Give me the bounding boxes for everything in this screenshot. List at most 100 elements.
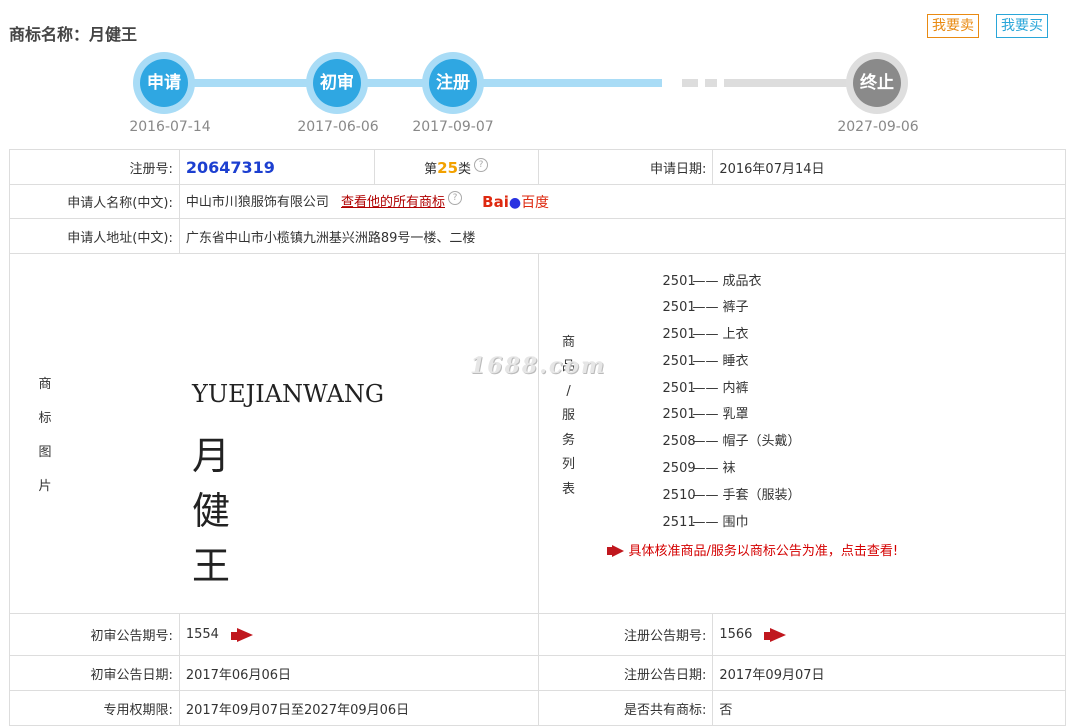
timeline-step-prelim: 初审 — [306, 52, 368, 114]
term-label: 专用权期限: — [9, 690, 180, 726]
baidu-search-button[interactable]: Bai●百度 — [482, 192, 549, 212]
list-item: 2501—— 内裤 — [663, 376, 801, 403]
step-date: 2027-09-06 — [837, 119, 919, 135]
goods-name: 手套（服装） — [722, 487, 801, 503]
goods-code: 2501 — [662, 327, 696, 343]
reg-pub-date-label: 注册公告日期: — [537, 655, 714, 691]
prelim-no-cell: 1554 — [178, 613, 539, 656]
goods-name: 睡衣 — [722, 353, 749, 369]
prelim-date: 2017年06月06日 — [178, 655, 539, 691]
help-icon[interactable]: ? — [448, 190, 462, 205]
apply-date-label: 申请日期: — [537, 149, 714, 185]
goods-code: 2509 — [662, 461, 696, 477]
goods-dash: —— — [692, 514, 719, 530]
prelim-no-label: 初审公告期号: — [9, 613, 180, 656]
address: 广东省中山市小榄镇九洲基兴洲路89号一楼、二楼 — [178, 218, 1067, 254]
applicant-label: 申请人名称(中文): — [9, 184, 180, 219]
table-row: 初审公告日期: 2017年06月06日 注册公告日期: 2017年09月07日 — [9, 655, 1066, 691]
trademark-cn: 月健王 — [192, 433, 247, 588]
prelim-date-label: 初审公告日期: — [9, 655, 180, 691]
step-label: 初审 — [313, 59, 361, 107]
goods-list: 2501—— 成品衣 2501—— 裤子 2501—— 上衣 2501—— 睡衣 250… — [663, 269, 801, 537]
status-timeline: 申请 2016-07-14 初审 2017-06-06 注册 2017-09-0… — [0, 50, 1077, 140]
megaphone-icon[interactable] — [764, 627, 787, 642]
applicant-cell: 中山市川狼服饰有限公司 查看他的所有商标? Bai●百度 — [178, 184, 1067, 219]
goods-dash: —— — [692, 434, 719, 450]
step-date: 2017-09-07 — [412, 119, 494, 135]
list-item: 2501—— 乳罩 — [663, 402, 801, 429]
watermark: 1688.com — [470, 353, 607, 379]
list-item: 2511—— 围巾 — [663, 510, 801, 537]
step-label: 申请 — [140, 59, 188, 107]
shared: 否 — [712, 690, 1066, 726]
sell-button[interactable]: 我要卖 — [927, 14, 979, 38]
step-label: 终止 — [853, 59, 901, 107]
class-prefix: 第 — [424, 161, 438, 177]
goods-label-char: 务 — [562, 432, 576, 448]
reg-pub-date: 2017年09月07日 — [712, 655, 1066, 691]
term: 2017年09月07日至2027年09月06日 — [178, 690, 539, 726]
all-trademarks-link[interactable]: 查看他的所有商标 — [341, 195, 445, 210]
goods-code: 2510 — [662, 487, 696, 503]
help-icon[interactable]: ? — [474, 157, 489, 172]
reg-pub-no-label: 注册公告期号: — [537, 613, 714, 656]
goods-code: 2501 — [662, 300, 696, 316]
image-label-char: 标 — [38, 410, 52, 426]
megaphone-icon — [606, 545, 624, 557]
goods-name: 裤子 — [722, 300, 749, 316]
goods-dash: —— — [692, 300, 719, 316]
goods-code: 2501 — [662, 407, 696, 423]
trademark-title: 商标名称：月健王 — [9, 21, 137, 45]
goods-code: 2508 — [662, 434, 696, 450]
timeline-track-gap — [682, 79, 698, 87]
step-label: 注册 — [429, 59, 477, 107]
goods-dash: —— — [692, 461, 719, 477]
timeline-step-apply: 申请 — [133, 52, 195, 114]
title-value: 月健王 — [89, 25, 138, 44]
applicant-name: 中山市川狼服饰有限公司 — [185, 194, 329, 210]
trademark-en: YUEJIANWANG — [192, 379, 384, 408]
title-label: 商标名称： — [9, 25, 90, 44]
trademark-image-cell: 商 标 图 片 YUEJIANWANG 月健王 — [9, 253, 539, 614]
goods-cell: 商 品 / 服 务 列 表 2501—— 成品衣 2501—— 裤子 2501—— 上… — [537, 253, 1067, 614]
apply-date: 2016年07月14日 — [712, 149, 1066, 185]
image-label-char: 片 — [38, 478, 52, 494]
goods-notice-text: 具体核准商品/服务以商标公告为准，点击查看! — [628, 543, 899, 559]
baidu-text: Bai — [482, 193, 509, 212]
step-date: 2016-07-14 — [129, 119, 211, 135]
step-date: 2017-06-06 — [297, 119, 379, 135]
list-item: 2501—— 上衣 — [663, 322, 801, 349]
reg-no-cell: 20647319 — [178, 149, 375, 185]
class-cell: 第25类? — [373, 149, 539, 185]
table-row: 注册号: 20647319 第25类? 申请日期: 2016年07月14日 — [9, 149, 1066, 185]
goods-notice-link[interactable]: 具体核准商品/服务以商标公告为准，点击查看! — [606, 540, 899, 559]
timeline-track-done — [164, 79, 662, 87]
image-label-char: 图 — [38, 444, 52, 460]
goods-name: 围巾 — [722, 514, 749, 530]
table-row: 商 标 图 片 YUEJIANWANG 月健王 商 品 / 服 务 列 表 25… — [9, 253, 1067, 614]
timeline-step-expire: 终止 — [846, 52, 908, 114]
reg-no: 20647319 — [185, 157, 275, 177]
trademark-info-table: 注册号: 20647319 第25类? 申请日期: 2016年07月14日 申请… — [9, 149, 1067, 726]
table-row: 申请人名称(中文): 中山市川狼服饰有限公司 查看他的所有商标? Bai●百度 — [9, 184, 1067, 219]
image-label: 商 标 图 片 — [34, 368, 56, 504]
timeline-step-register: 注册 — [422, 52, 484, 114]
class-suffix: 类 — [458, 161, 472, 177]
goods-name: 成品衣 — [722, 273, 762, 289]
list-item: 2510—— 手套（服装） — [663, 483, 801, 510]
goods-name: 乳罩 — [722, 407, 749, 423]
reg-pub-no-cell: 1566 — [712, 613, 1066, 656]
goods-name: 帽子（头戴） — [722, 434, 801, 450]
goods-code: 2501 — [662, 380, 696, 396]
goods-dash: —— — [692, 487, 719, 503]
buy-button[interactable]: 我要买 — [996, 14, 1048, 38]
megaphone-icon[interactable] — [230, 627, 253, 642]
shared-label: 是否共有商标: — [537, 690, 714, 726]
goods-label-char: 服 — [562, 408, 576, 423]
list-item: 2501—— 睡衣 — [663, 349, 801, 376]
image-label-char: 商 — [38, 376, 52, 392]
reg-no-label: 注册号: — [9, 149, 180, 185]
goods-label-char: 商 — [562, 334, 576, 350]
list-item: 2501—— 成品衣 — [663, 269, 801, 296]
goods-label-char: / — [566, 383, 571, 399]
